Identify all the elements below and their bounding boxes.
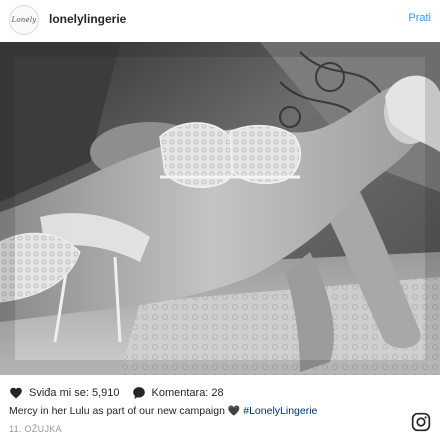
photo-illustration [0, 42, 440, 375]
like-button[interactable]: Sviđa mi se: 5,910 [9, 386, 120, 400]
comment-button[interactable]: Komentara: 28 [132, 386, 224, 400]
post-photo[interactable] [0, 42, 440, 375]
black-heart-emoji: 🖤 [227, 406, 241, 417]
post-caption: Mercy in her Lulu as part of our new cam… [9, 405, 317, 417]
caption-hashtag-link[interactable]: #LonelyLingerie [243, 405, 317, 417]
post-header: Lonely lonelylingerie Prati [0, 0, 440, 42]
follow-button[interactable]: Prati [408, 12, 431, 24]
likes-count: Sviđa mi se: 5,910 [29, 387, 120, 399]
instagram-icon[interactable] [411, 412, 431, 432]
post-actions: Sviđa mi se: 5,910 Komentara: 28 [9, 384, 224, 402]
username-link[interactable]: lonelylingerie [49, 12, 126, 26]
post-date: 11. OŽUJKA [9, 424, 62, 434]
heart-icon[interactable] [9, 386, 23, 400]
comment-bubble-icon[interactable] [132, 386, 146, 400]
caption-text: Mercy in her Lulu as part of our new cam… [9, 405, 225, 417]
avatar[interactable]: Lonely [9, 5, 39, 35]
comments-count: Komentara: 28 [151, 387, 224, 399]
avatar-logo-text: Lonely [11, 16, 37, 24]
